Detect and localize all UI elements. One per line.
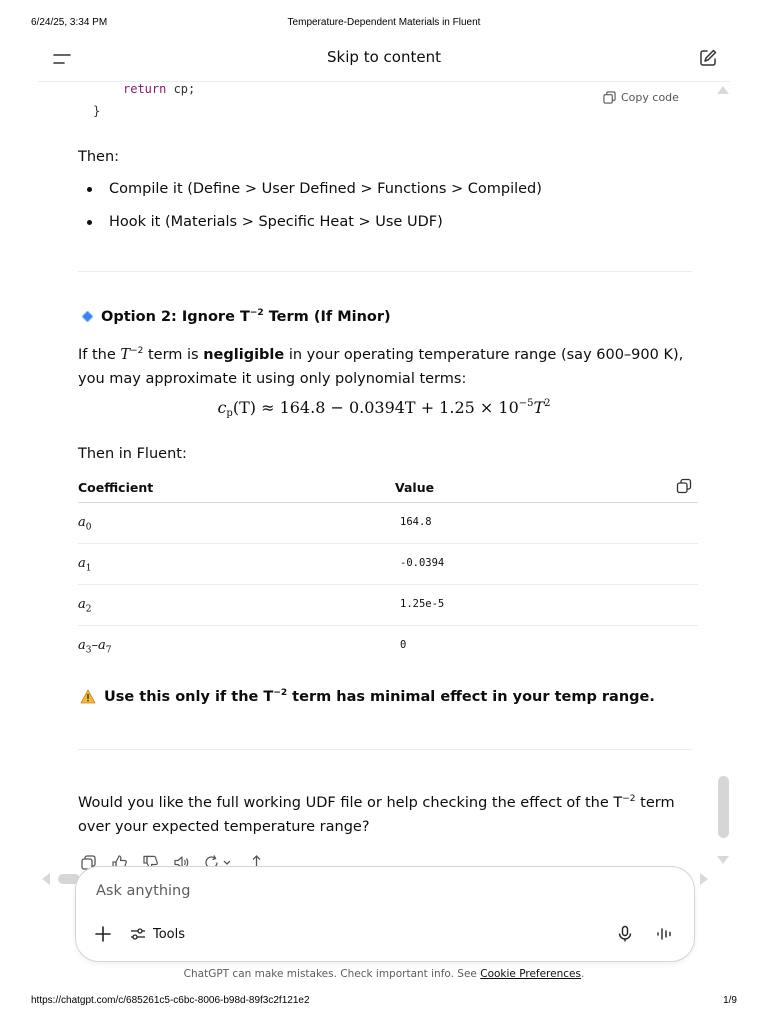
copy-icon (603, 91, 616, 104)
tools-sliders-icon (131, 928, 145, 940)
code-keyword: return (123, 82, 167, 96)
blue-diamond-icon (82, 311, 93, 322)
top-bar: Skip to content (38, 36, 730, 82)
print-doc-title: Temperature-Dependent Materials in Fluen… (287, 17, 481, 28)
value-cell: 1.25e-5 (400, 598, 445, 610)
copy-code-label: Copy code (621, 91, 679, 104)
cp-equation: cp(T) ≈ 164.8 − 0.0394T + 1.25 × 10−5T2 (217, 398, 551, 419)
skip-to-content: Skip to content (38, 48, 730, 66)
column-header-value: Value (395, 480, 435, 495)
disclaimer: ChatGPT can make mistakes. Check importa… (183, 968, 585, 980)
code-return-value: cp; (166, 82, 196, 96)
code-line-closing-brace: } (93, 104, 101, 118)
table-row: a1 -0.0394 (78, 544, 698, 585)
then-in-fluent-label: Then in Fluent: (78, 446, 187, 462)
coefficient-cell: a1 (78, 556, 92, 574)
voice-mode-icon[interactable] (656, 925, 674, 943)
new-chat-icon[interactable] (698, 48, 718, 68)
option-2-heading: Option 2: Ignore T−2 Term (If Minor) (82, 308, 391, 325)
print-url: https://chatgpt.com/c/685261c5-c6bc-8006… (31, 995, 310, 1006)
follow-up-question: Would you like the full working UDF file… (78, 794, 675, 835)
skip-to-content-link[interactable]: Skip to content (327, 48, 441, 66)
print-header: 6/24/25, 3:34 PM Temperature-Dependent M… (0, 17, 768, 31)
cookie-preferences-link[interactable]: Cookie Preferences (480, 968, 581, 980)
table-row: a3–a7 0 (78, 626, 698, 667)
scroll-up-arrow[interactable] (717, 86, 729, 94)
coefficient-cell: a0 (78, 515, 92, 533)
message-composer: Tools (75, 866, 695, 962)
warning-note: Use this only if the T−2 term has minima… (80, 688, 655, 705)
code-line-return: return cp; (123, 82, 195, 96)
value-cell: -0.0394 (400, 557, 445, 569)
scroll-left-arrow[interactable] (42, 873, 50, 885)
value-cell: 164.8 (400, 516, 432, 528)
tools-button[interactable]: Tools (130, 926, 185, 942)
scroll-down-arrow[interactable] (717, 856, 729, 864)
prompt-input[interactable] (96, 883, 656, 899)
approximation-paragraph: If the T−2 term is negligible in your op… (78, 346, 684, 387)
instructions-list: Compile it (Define > User Defined > Func… (78, 177, 698, 243)
table-row: a2 1.25e-5 (78, 585, 698, 626)
option-2-title: Option 2: Ignore T−2 Term (If Minor) (101, 308, 391, 325)
coefficient-cell: a2 (78, 597, 92, 615)
value-cell: 0 (400, 639, 407, 651)
copy-table-icon[interactable] (676, 478, 692, 494)
plus-icon[interactable] (94, 925, 112, 943)
coefficient-table: Coefficient Value a0 164.8 a1 -0.0394 a2… (78, 475, 698, 667)
scroll-right-arrow[interactable] (700, 873, 708, 885)
print-footer: https://chatgpt.com/c/685261c5-c6bc-8006… (0, 995, 768, 1009)
print-page-number: 1/9 (723, 995, 737, 1006)
column-header-coefficient: Coefficient (78, 480, 154, 495)
table-header: Coefficient Value (78, 475, 698, 503)
copy-code-button[interactable]: Copy code (603, 91, 679, 104)
warning-icon (80, 689, 96, 704)
coefficient-cell: a3–a7 (78, 638, 112, 656)
section-divider (78, 271, 692, 272)
vertical-scrollbar-thumb[interactable] (718, 776, 729, 838)
table-row: a0 164.8 (78, 503, 698, 544)
microphone-icon[interactable] (616, 925, 634, 943)
list-item: Compile it (Define > User Defined > Func… (78, 177, 698, 210)
then-label: Then: (78, 149, 120, 165)
list-item: Hook it (Materials > Specific Heat > Use… (78, 210, 698, 243)
tools-label: Tools (153, 926, 186, 942)
section-divider (78, 749, 692, 750)
warning-text: Use this only if the T−2 term has minima… (104, 688, 655, 705)
